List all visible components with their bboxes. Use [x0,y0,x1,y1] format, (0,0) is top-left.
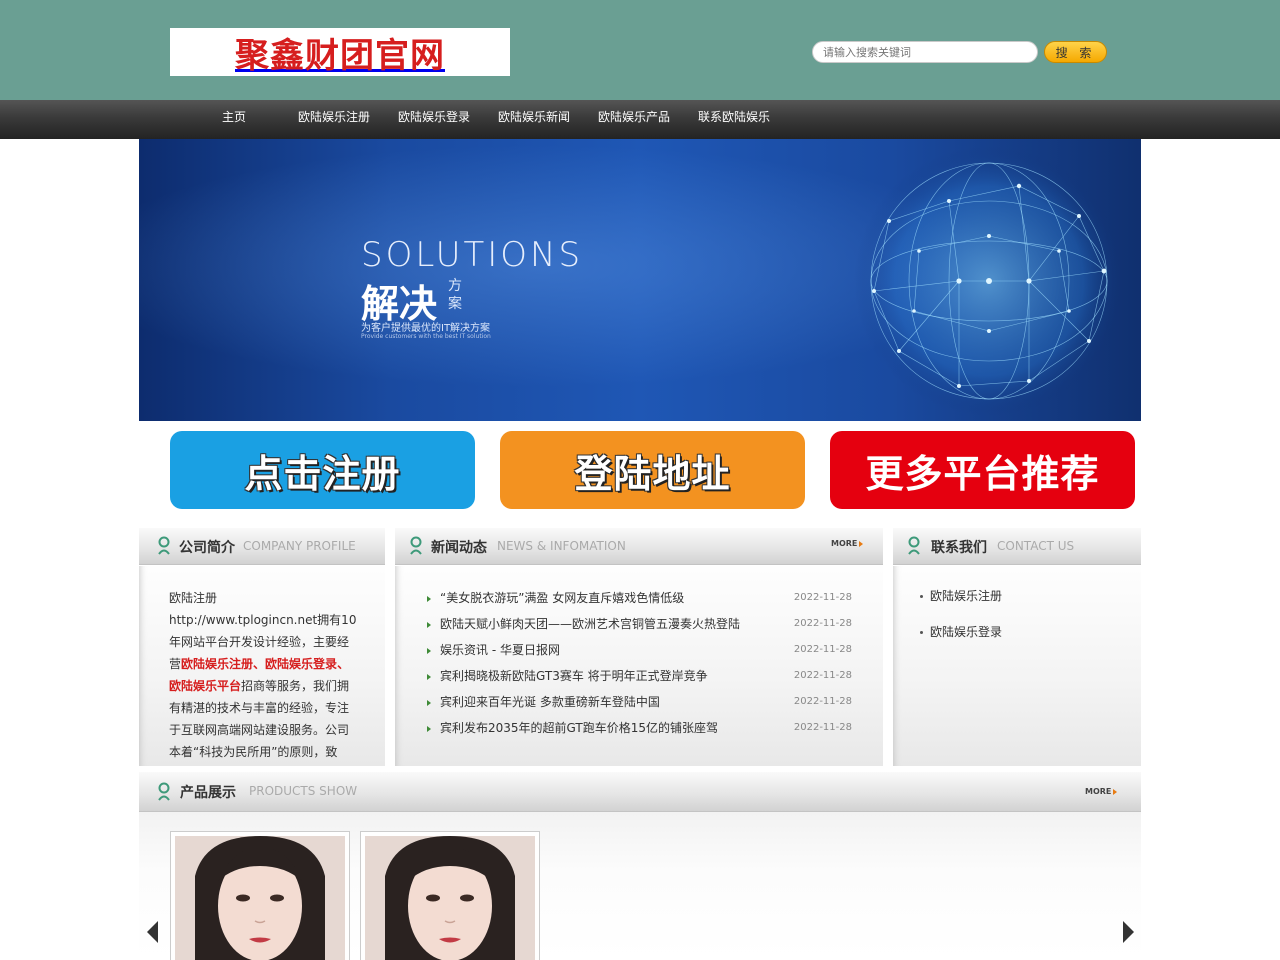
hero-banner: SOLUTIONS 解决 方案 为客户提供最优的IT解决方案 Provide c… [139,139,1141,421]
register-big-button-label: 点击注册 [244,451,401,496]
portrait-image-icon [175,836,345,960]
profile-highlight-register: 欧陆娱乐注册 [181,657,254,671]
news-item-date: 2022-11-28 [793,670,852,681]
nav-item-login[interactable]: 欧陆娱乐登录 [398,100,470,139]
nav-item-home[interactable]: 主页 [222,100,246,139]
more-platforms-button[interactable]: 更多平台推荐 [830,431,1135,509]
contact-item: 欧陆娱乐登录 [920,622,1002,658]
user-badge-icon [908,536,920,555]
arrow-right-icon [427,673,431,680]
arrow-right-icon [427,595,431,602]
carousel-next-icon[interactable] [1123,921,1134,943]
profile-highlight-sep-1: 、 [253,657,266,671]
contact-list: 欧陆娱乐注册 欧陆娱乐登录 [920,586,1002,658]
profile-highlight-sep-2: 、 [337,657,350,671]
banner-title-en: SOLUTIONS [361,235,584,275]
product-photo [365,836,535,960]
contact-link-login[interactable]: 欧陆娱乐登录 [930,625,1002,639]
arrow-right-icon [427,647,431,654]
contact-item: 欧陆娱乐注册 [920,586,1002,622]
arrow-right-icon [427,725,431,732]
profile-header-bar: 公司简介 COMPANY PROFILE [139,528,385,565]
nav-item-contact[interactable]: 联系欧陆娱乐 [698,100,770,139]
contact-title: 联系我们 [931,540,987,556]
product-card[interactable] [360,831,540,960]
logo-text: 聚鑫财团官网 [235,35,445,76]
news-list: “美女脱衣游玩”满盈 女网友直斥嬉戏色情低级 2022-11-28 欧陆天赋小鲜肉… [427,588,852,744]
news-item: 宾利揭晓极新欧陆GT3赛车 将于明年正式登岸竞争 2022-11-28 [427,666,852,692]
profile-highlight-login: 欧陆娱乐登录 [265,657,338,671]
contact-header-bar: 联系我们 CONTACT US [893,528,1141,565]
more-platforms-button-label: 更多平台推荐 [865,451,1100,496]
bullet-icon [920,631,923,634]
banner-subtitle-en: Provide customers with the best IT solut… [361,333,491,340]
news-item: “美女脱衣游玩”满盈 女网友直斥嬉戏色情低级 2022-11-28 [427,588,852,614]
banner-subtitle-cn: 为客户提供最优的IT解决方案 [361,323,491,334]
contact-title-en: CONTACT US [997,539,1075,553]
product-photo [175,836,345,960]
products-title: 产品展示 [180,785,236,801]
news-item-date: 2022-11-28 [793,696,852,707]
user-badge-icon [410,536,422,555]
search-button[interactable]: 搜 索 [1044,41,1107,63]
network-globe-icon [854,146,1124,416]
news-item: 宾利发布2035年的超前GT跑车价格15亿的铺张座驾 2022-11-28 [427,718,852,744]
news-item-link[interactable]: “美女脱衣游玩”满盈 女网友直斥嬉戏色情低级 [440,591,684,605]
news-item-date: 2022-11-28 [793,644,852,655]
user-badge-icon [158,782,170,801]
news-item: 娱乐资讯 - 华夏日报网 2022-11-28 [427,640,852,666]
contact-link-register[interactable]: 欧陆娱乐注册 [930,589,1002,603]
carousel-prev-icon[interactable] [147,921,158,943]
site-header: 聚鑫财团官网 搜 索 [0,0,1280,100]
login-address-button[interactable]: 登陆地址 [500,431,805,509]
news-title: 新闻动态 [431,540,487,556]
arrow-right-icon [427,621,431,628]
news-item-link[interactable]: 宾利揭晓极新欧陆GT3赛车 将于明年正式登岸竞争 [440,669,708,683]
news-item-link[interactable]: 欧陆天赋小鲜肉天团——欧洲艺术宫铜管五漫奏火热登陆 [440,617,740,631]
profile-title-en: COMPANY PROFILE [243,539,356,553]
news-item: 宾利迎来百年光诞 多款重磅新车登陆中国 2022-11-28 [427,692,852,718]
news-item-date: 2022-11-28 [793,592,852,603]
news-item-date: 2022-11-28 [793,722,852,733]
news-title-en: NEWS & INFOMATION [497,539,626,553]
register-big-button[interactable]: 点击注册 [170,431,475,509]
profile-highlight-platform: 欧陆娱乐平台 [169,679,242,693]
news-more-link[interactable]: MORE [831,539,863,548]
profile-text: 欧陆注册http://www.tplogincn.net拥有10年网站平台开发设… [169,587,359,763]
news-item-date: 2022-11-28 [793,618,852,629]
profile-title: 公司简介 [179,540,235,556]
products-header-bar: 产品展示 PRODUCTS SHOW MORE [139,772,1141,812]
site-logo[interactable]: 聚鑫财团官网 [170,28,510,76]
nav-item-products[interactable]: 欧陆娱乐产品 [598,100,670,139]
products-more-link[interactable]: MORE [1085,787,1117,796]
news-item: 欧陆天赋小鲜肉天团——欧洲艺术宫铜管五漫奏火热登陆 2022-11-28 [427,614,852,640]
news-item-link[interactable]: 娱乐资讯 - 华夏日报网 [440,643,560,657]
portrait-image-icon [365,836,535,960]
banner-title-cn-side: 方案 [448,278,462,312]
user-badge-icon [158,536,170,555]
product-card[interactable] [170,831,350,960]
nav-item-register[interactable]: 欧陆娱乐注册 [298,100,370,139]
nav-item-news[interactable]: 欧陆娱乐新闻 [498,100,570,139]
main-nav: 主页 欧陆娱乐注册 欧陆娱乐登录 欧陆娱乐新闻 欧陆娱乐产品 联系欧陆娱乐 [0,100,1280,139]
news-header-bar: 新闻动态 NEWS & INFOMATION MORE [395,528,883,565]
arrow-right-icon [427,699,431,706]
news-item-link[interactable]: 宾利迎来百年光诞 多款重磅新车登陆中国 [440,695,660,709]
products-title-en: PRODUCTS SHOW [249,784,358,798]
search-input[interactable] [812,41,1038,63]
bullet-icon [920,595,923,598]
login-address-button-label: 登陆地址 [574,451,731,496]
news-item-link[interactable]: 宾利发布2035年的超前GT跑车价格15亿的铺张座驾 [440,721,718,735]
